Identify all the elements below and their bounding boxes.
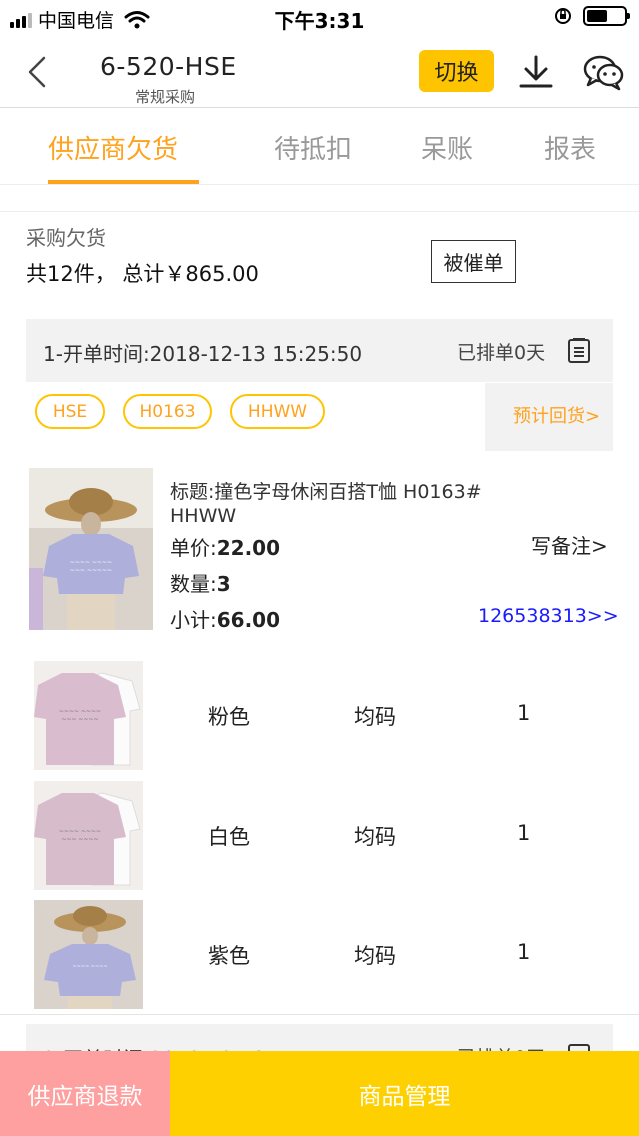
sku-qty: 1	[517, 821, 531, 845]
sku-image[interactable]: ~~~~ ~~~~	[34, 900, 143, 1009]
svg-text:~~~ ~~~~: ~~~ ~~~~	[61, 716, 98, 723]
download-icon[interactable]	[516, 54, 556, 90]
battery-icon	[583, 6, 630, 26]
sku-qty: 1	[517, 940, 531, 964]
sku-color: 粉色	[208, 705, 250, 729]
product-management-button[interactable]: 商品管理	[170, 1051, 639, 1136]
subtotal: 小计:66.00	[170, 604, 280, 633]
sku-row: ~~~~ ~~~~ ~~~ ~~~~ 粉色 均码 1	[0, 661, 639, 771]
write-remark-link[interactable]: 写备注>	[531, 530, 608, 559]
navigation-bar: 6-520-HSE 常规采购 切换	[0, 36, 639, 108]
svg-text:~~~ ~~~~~: ~~~ ~~~~~	[70, 567, 112, 574]
sku-image[interactable]: ~~~~ ~~~~ ~~~ ~~~~	[34, 781, 143, 890]
unit-price: 单价:22.00	[170, 532, 280, 561]
unit-price-value: 22.00	[216, 536, 281, 560]
product-title: 标题:撞色字母休闲百搭T恤 H0163# HHWW	[170, 481, 482, 527]
scrolled-content-edge	[0, 186, 639, 212]
svg-text:~~~~ ~~~~: ~~~~ ~~~~	[59, 708, 101, 715]
orientation-lock-icon	[555, 8, 571, 24]
tag-chip[interactable]: HHWW	[230, 394, 325, 429]
active-tab-indicator	[48, 180, 199, 184]
svg-text:~~~~ ~~~~: ~~~~ ~~~~	[72, 964, 107, 970]
expected-return-box[interactable]: 预计回货>	[485, 383, 613, 451]
order-header: 1-开单时间:2018-12-13 15:25:50 已排单0天	[26, 319, 613, 382]
tag-chip[interactable]: H0163	[123, 394, 212, 429]
section-divider	[0, 1014, 639, 1015]
tab-pending-deduct[interactable]: 待抵扣	[274, 129, 352, 166]
status-right	[553, 6, 630, 26]
page-title: 6-520-HSE	[100, 52, 237, 81]
sku-row: ~~~~ ~~~~ 紫色 均码 1	[0, 900, 639, 1010]
sku-size: 均码	[354, 705, 396, 729]
quantity-label: 数量:	[170, 572, 217, 596]
status-time: 下午3:31	[274, 9, 365, 33]
sku-qty: 1	[517, 701, 531, 725]
switch-button[interactable]: 切换	[419, 50, 494, 92]
page-subtitle: 常规采购	[135, 88, 196, 106]
tag-chip[interactable]: HSE	[35, 394, 105, 429]
svg-text:~~~ ~~~~: ~~~ ~~~~	[61, 836, 98, 843]
urged-button[interactable]: 被催单	[431, 240, 516, 283]
status-bar: 中国电信 下午3:31	[0, 0, 639, 36]
svg-text:~~~~ ~~~~: ~~~~ ~~~~	[59, 828, 101, 835]
expected-return-link[interactable]: 预计回货>	[513, 402, 600, 428]
tab-supplier-owed[interactable]: 供应商欠货	[48, 129, 178, 166]
svg-text:~~~~ ~~~~: ~~~~ ~~~~	[70, 559, 112, 566]
tab-report[interactable]: 报表	[544, 129, 596, 166]
summary-total: 共12件， 总计￥865.00	[26, 262, 259, 286]
tag-row: HSE H0163 HHWW 预计回货>	[26, 383, 613, 451]
subtotal-value: 66.00	[216, 608, 281, 632]
bottom-action-bar: 供应商退款 商品管理	[0, 1051, 639, 1136]
tab-bad-debt[interactable]: 呆账	[421, 129, 473, 166]
quantity: 数量:3	[170, 568, 231, 597]
document-icon[interactable]	[567, 338, 591, 364]
product-image[interactable]: ~~~~ ~~~~ ~~~ ~~~~~	[29, 468, 153, 630]
subtotal-label: 小计:	[170, 608, 217, 632]
supplier-refund-button[interactable]: 供应商退款	[0, 1051, 170, 1136]
sku-row: ~~~~ ~~~~ ~~~ ~~~~ 白色 均码 1	[0, 781, 639, 891]
order-number-link[interactable]: 126538313>>	[478, 605, 619, 627]
quantity-value: 3	[216, 572, 231, 596]
order-time: 1-开单时间:2018-12-13 15:25:50	[43, 342, 363, 366]
back-icon[interactable]	[24, 52, 54, 92]
battery-level	[587, 10, 607, 22]
wechat-icon[interactable]	[582, 52, 626, 92]
sku-image[interactable]: ~~~~ ~~~~ ~~~ ~~~~	[34, 661, 143, 770]
sku-color: 白色	[208, 825, 250, 849]
sku-size: 均码	[354, 944, 396, 968]
tab-bar: 供应商欠货 待抵扣 呆账 报表	[0, 109, 639, 185]
sku-size: 均码	[354, 825, 396, 849]
order-status: 已排单0天	[457, 342, 546, 364]
summary-label: 采购欠货	[26, 226, 106, 250]
unit-price-label: 单价:	[170, 536, 217, 560]
sku-color: 紫色	[208, 944, 250, 968]
